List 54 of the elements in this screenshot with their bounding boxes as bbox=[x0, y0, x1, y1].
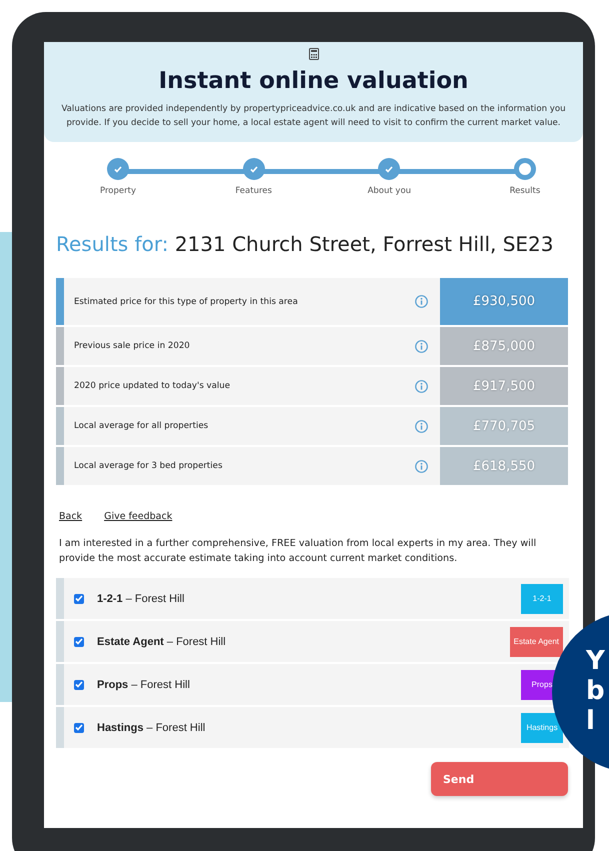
step-label: Property bbox=[100, 186, 136, 196]
price-label: Local average for all properties bbox=[73, 421, 210, 431]
agent-logo: Estate Agent bbox=[510, 626, 563, 656]
interest-text: I am interested in a further comprehensive, FREE valuation from local experts in my area. They will provide the most accurate estimate taking into account current market conditions. bbox=[59, 537, 538, 566]
price-value: £618,550 bbox=[440, 447, 568, 485]
calculator-icon bbox=[308, 48, 318, 60]
step-label: About you bbox=[368, 186, 412, 196]
checkbox[interactable] bbox=[74, 594, 84, 604]
info-icon[interactable] bbox=[415, 380, 428, 392]
check-icon bbox=[114, 166, 122, 172]
price-value: £770,705 bbox=[440, 407, 568, 445]
badge-text: b bbox=[586, 676, 606, 706]
row-accent bbox=[56, 707, 64, 748]
text-link[interactable]: Back bbox=[59, 511, 82, 522]
agent-name: 1-2-1 – Forest Hill bbox=[97, 592, 186, 604]
price-label: Estimated price for this type of property in this area bbox=[73, 296, 299, 306]
price-value: £930,500 bbox=[440, 278, 568, 325]
check-icon bbox=[385, 166, 394, 172]
agent-row[interactable]: Estate Agent – Forest Hill Estate Agent bbox=[56, 621, 569, 662]
page-title: Instant online valuation bbox=[158, 68, 468, 94]
row-accent bbox=[56, 621, 64, 662]
agent-row[interactable]: Hastings – Forest Hill Hastings bbox=[56, 707, 569, 748]
price-label: Previous sale price in 2020 bbox=[73, 341, 191, 351]
badge-text: l bbox=[586, 706, 596, 736]
price-label: 2020 price updated to today's value bbox=[73, 381, 232, 391]
info-icon[interactable] bbox=[415, 420, 428, 432]
agent-row[interactable]: 1-2-1 – Forest Hill 1-2-1 bbox=[56, 578, 569, 619]
agent-name: Hastings – Forest Hill bbox=[97, 722, 206, 734]
price-value: £875,000 bbox=[440, 327, 568, 365]
badge-text: Y bbox=[586, 646, 606, 676]
price-label: Local average for 3 bed properties bbox=[73, 461, 224, 471]
check-icon bbox=[75, 681, 83, 688]
checkbox[interactable] bbox=[74, 722, 84, 732]
agent-logo: 1-2-1 bbox=[521, 584, 563, 614]
price-value: £917,500 bbox=[440, 367, 568, 405]
agent-logo: Hastings bbox=[521, 712, 563, 742]
check-icon bbox=[250, 166, 258, 172]
checkbox[interactable] bbox=[74, 680, 84, 690]
description: Valuations are provided independently by propertypriceadvice.co.uk and are indicative based on the information you provide. If you decide to sell your home, a local estate agent will need to visit to confirm the current market value. bbox=[60, 103, 567, 130]
agent-name: Props – Forest Hill bbox=[97, 678, 191, 690]
check-icon bbox=[75, 595, 83, 602]
text-link[interactable]: Give feedback bbox=[104, 511, 172, 522]
checkbox[interactable] bbox=[74, 636, 84, 646]
info-icon[interactable] bbox=[415, 340, 428, 352]
info-icon[interactable] bbox=[415, 295, 428, 308]
step-label: Results bbox=[510, 186, 540, 196]
step-label: Features bbox=[235, 186, 272, 196]
agent-name: Estate Agent – Forest Hill bbox=[97, 636, 227, 648]
check-icon bbox=[75, 638, 83, 645]
row-accent bbox=[56, 578, 64, 619]
row-accent bbox=[56, 664, 64, 705]
results-heading: Results for: 2131 Church Street, Forrest Hill, SE23 bbox=[56, 232, 555, 256]
check-icon bbox=[75, 724, 83, 731]
info-icon[interactable] bbox=[415, 460, 428, 472]
